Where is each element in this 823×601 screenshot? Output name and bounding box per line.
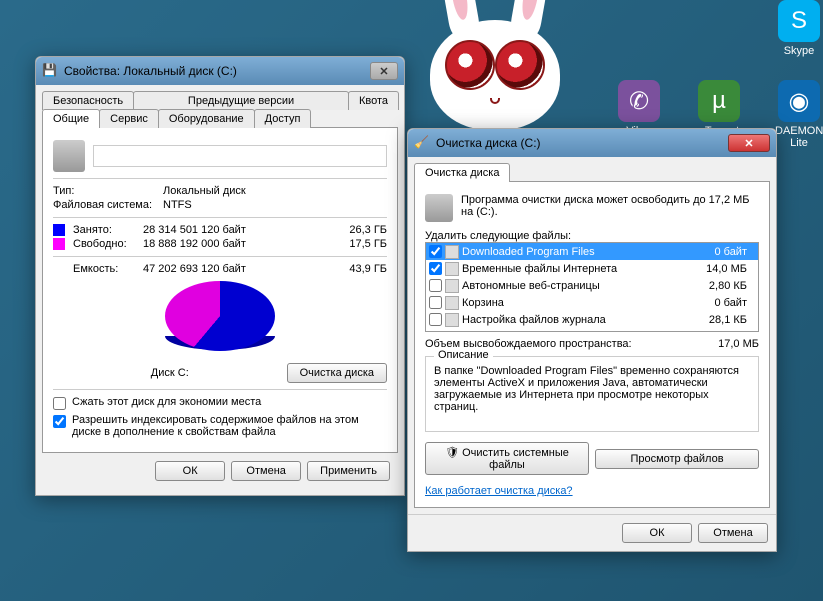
cancel-button[interactable]: Отмена xyxy=(231,461,301,481)
tab-prev-versions[interactable]: Предыдущие версии xyxy=(133,91,349,110)
fs-value: NTFS xyxy=(163,199,192,211)
window-title: Свойства: Локальный диск (C:) xyxy=(64,64,237,78)
file-icon xyxy=(445,279,459,293)
properties-window: 💾 Свойства: Локальный диск (C:) ✕ Безопа… xyxy=(35,56,405,496)
description-text: В папке "Downloaded Program Files" време… xyxy=(434,365,750,423)
file-name: Настройка файлов журнала xyxy=(462,314,695,326)
file-checkbox[interactable] xyxy=(429,313,442,326)
file-icon xyxy=(445,262,459,276)
file-size: 2,80 КБ xyxy=(695,280,755,292)
file-size: 28,1 КБ xyxy=(695,314,755,326)
tab-security[interactable]: Безопасность xyxy=(42,91,134,110)
capacity-label: Емкость: xyxy=(53,263,143,275)
description-group: Описание В папке "Downloaded Program Fil… xyxy=(425,356,759,432)
fs-label: Файловая система: xyxy=(53,199,163,211)
file-name: Автономные веб-страницы xyxy=(462,280,695,292)
file-row[interactable]: Автономные веб-страницы2,80 КБ xyxy=(426,277,758,294)
close-button[interactable]: ✕ xyxy=(728,134,770,152)
tab-quota[interactable]: Квота xyxy=(348,91,399,110)
cleanup-pane: Программа очистки диска может освободить… xyxy=(414,181,770,508)
used-swatch xyxy=(53,224,65,236)
view-files-button[interactable]: Просмотр файлов xyxy=(595,449,759,469)
tab-tools[interactable]: Сервис xyxy=(99,109,159,128)
used-bytes: 28 314 501 120 байт xyxy=(143,224,337,236)
file-checkbox[interactable] xyxy=(429,262,442,275)
tab-hardware[interactable]: Оборудование xyxy=(158,109,255,128)
index-label: Разрешить индексировать содержимое файло… xyxy=(72,414,387,438)
skype-icon: S xyxy=(778,0,820,42)
pie-chart xyxy=(165,281,275,361)
cleanup-window: 🧹 Очистка диска (C:) ✕ Очистка диска Про… xyxy=(407,128,777,552)
file-row[interactable]: Downloaded Program Files0 байт xyxy=(426,243,758,260)
titlebar[interactable]: 💾 Свойства: Локальный диск (C:) ✕ xyxy=(36,57,404,85)
window-title: Очистка диска (C:) xyxy=(436,136,541,150)
cleanup-icon xyxy=(425,194,453,222)
index-checkbox[interactable] xyxy=(53,415,66,428)
cleanup-icon: 🧹 xyxy=(414,135,430,151)
apply-button[interactable]: Применить xyxy=(307,461,390,481)
file-name: Downloaded Program Files xyxy=(462,246,695,258)
file-row[interactable]: Корзина0 байт xyxy=(426,294,758,311)
drive-icon xyxy=(53,140,85,172)
file-size: 0 байт xyxy=(695,246,755,258)
tab-sharing[interactable]: Доступ xyxy=(254,109,312,128)
tabs-row-top: Безопасность Предыдущие версии Квота xyxy=(42,91,398,110)
utorrent-icon: µ xyxy=(698,80,740,122)
phone-icon: ✆ xyxy=(618,80,660,122)
cleanup-button[interactable]: Очистка диска xyxy=(287,363,387,383)
type-label: Тип: xyxy=(53,185,163,197)
compress-label: Сжать этот диск для экономии места xyxy=(72,396,261,408)
daemon-icon: ◉ xyxy=(778,80,820,122)
description-label: Описание xyxy=(434,349,493,361)
file-size: 14,0 МБ xyxy=(695,263,755,275)
cancel-button[interactable]: Отмена xyxy=(698,523,768,543)
delete-label: Удалить следующие файлы: xyxy=(425,230,759,242)
disk-caption: Диск C: xyxy=(53,367,287,379)
type-value: Локальный диск xyxy=(163,185,246,197)
titlebar[interactable]: 🧹 Очистка диска (C:) ✕ xyxy=(408,129,776,157)
file-name: Корзина xyxy=(462,297,695,309)
tab-cleanup[interactable]: Очистка диска xyxy=(414,163,510,182)
label: DAEMON Lite xyxy=(775,125,823,149)
tab-general[interactable]: Общие xyxy=(42,109,100,128)
file-size: 0 байт xyxy=(695,297,755,309)
free-label: Свободно: xyxy=(73,238,143,250)
tab-general-pane: Тип:Локальный диск Файловая система:NTFS… xyxy=(42,127,398,453)
drive-icon: 💾 xyxy=(42,63,58,79)
clean-system-button[interactable]: 🛡 Очистить системные файлы xyxy=(425,442,589,475)
file-checkbox[interactable] xyxy=(429,245,442,258)
file-name: Временные файлы Интернета xyxy=(462,263,695,275)
file-checkbox[interactable] xyxy=(429,279,442,292)
free-swatch xyxy=(53,238,65,250)
ok-button[interactable]: ОК xyxy=(155,461,225,481)
file-row[interactable]: Настройка файлов журнала28,1 КБ xyxy=(426,311,758,328)
volume-label-input[interactable] xyxy=(93,145,387,167)
file-list[interactable]: Downloaded Program Files0 байтВременные … xyxy=(425,242,759,332)
file-checkbox[interactable] xyxy=(429,296,442,309)
intro-text: Программа очистки диска может освободить… xyxy=(461,194,759,218)
label: Skype xyxy=(784,45,815,57)
free-bytes: 18 888 192 000 байт xyxy=(143,238,337,250)
freed-value: 17,0 МБ xyxy=(718,338,759,350)
how-link[interactable]: Как работает очистка диска? xyxy=(425,485,573,497)
file-icon xyxy=(445,245,459,259)
capacity-gb: 43,9 ГБ xyxy=(337,263,387,275)
file-icon xyxy=(445,313,459,327)
compress-checkbox[interactable] xyxy=(53,397,66,410)
free-gb: 17,5 ГБ xyxy=(337,238,387,250)
used-gb: 26,3 ГБ xyxy=(337,224,387,236)
file-icon xyxy=(445,296,459,310)
capacity-bytes: 47 202 693 120 байт xyxy=(143,263,337,275)
tabs-row-bottom: Общие Сервис Оборудование Доступ xyxy=(42,109,398,128)
desktop-icon-daemon[interactable]: ◉ DAEMON Lite xyxy=(775,80,823,149)
desktop-icon-skype[interactable]: S Skype xyxy=(775,0,823,57)
close-button[interactable]: ✕ xyxy=(370,62,398,80)
file-row[interactable]: Временные файлы Интернета14,0 МБ xyxy=(426,260,758,277)
ok-button[interactable]: ОК xyxy=(622,523,692,543)
wallpaper-bunny xyxy=(430,20,560,130)
used-label: Занято: xyxy=(73,224,143,236)
